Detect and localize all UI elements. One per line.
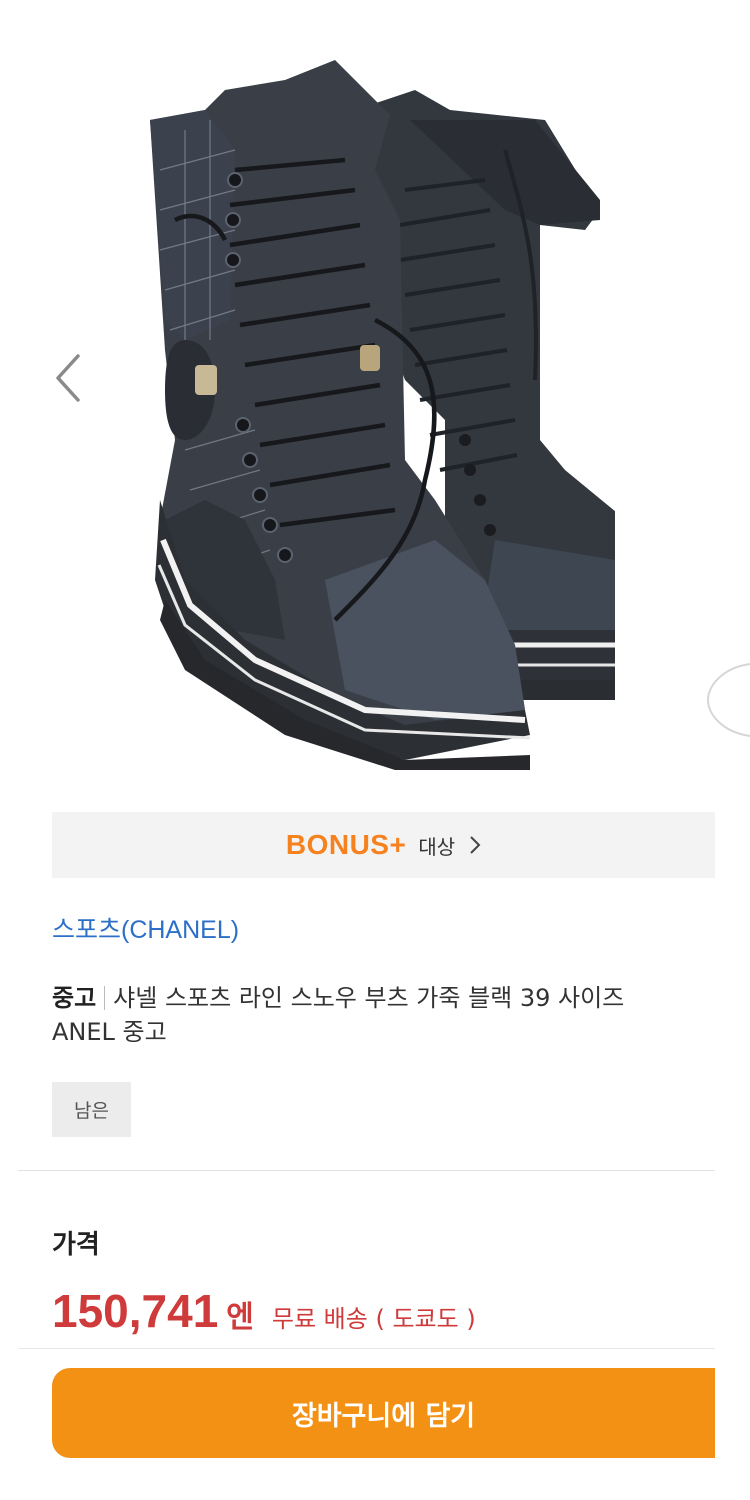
chevron-left-icon[interactable] [48,348,88,408]
shipping-info: 무료 배송 ( 도쿄도 ) [271,1305,476,1333]
product-image-gallery[interactable] [0,0,750,790]
brand-link[interactable]: 스포츠(CHANEL) [52,910,239,946]
lace-up-boots-image [150,60,615,770]
price-row: 150,741 엔 무료 배송 ( 도쿄도 ) [52,1284,476,1338]
price-label: 가격 [52,1230,100,1260]
bonus-target-label: 대상 [418,834,456,859]
condition-label: 중고 [52,984,97,1012]
remaining-tag: 남은 [52,1082,131,1137]
product-title-text: 샤넬 스포츠 라인 스노우 부츠 가죽 블랙 39 사이즈 [113,984,625,1012]
price-unit: 엔 [226,1300,254,1335]
price-value: 150,741 [52,1285,219,1337]
bonus-plus-logo: BONUS+ [285,829,407,860]
section-divider [18,1170,715,1171]
title-separator [104,986,106,1010]
bonus-plus-banner[interactable]: BONUS+ 대상 [52,812,715,878]
chevron-right-icon [470,836,481,854]
product-title-continuation: ANEL 중고 [52,1018,167,1046]
section-divider-bottom [18,1348,715,1349]
add-to-cart-button[interactable]: 장바구니에 담기 [52,1368,715,1458]
product-title: 중고 샤넬 스포츠 라인 스노우 부츠 가죽 블랙 39 사이즈 [52,980,715,1016]
next-image-indicator[interactable] [702,662,750,738]
